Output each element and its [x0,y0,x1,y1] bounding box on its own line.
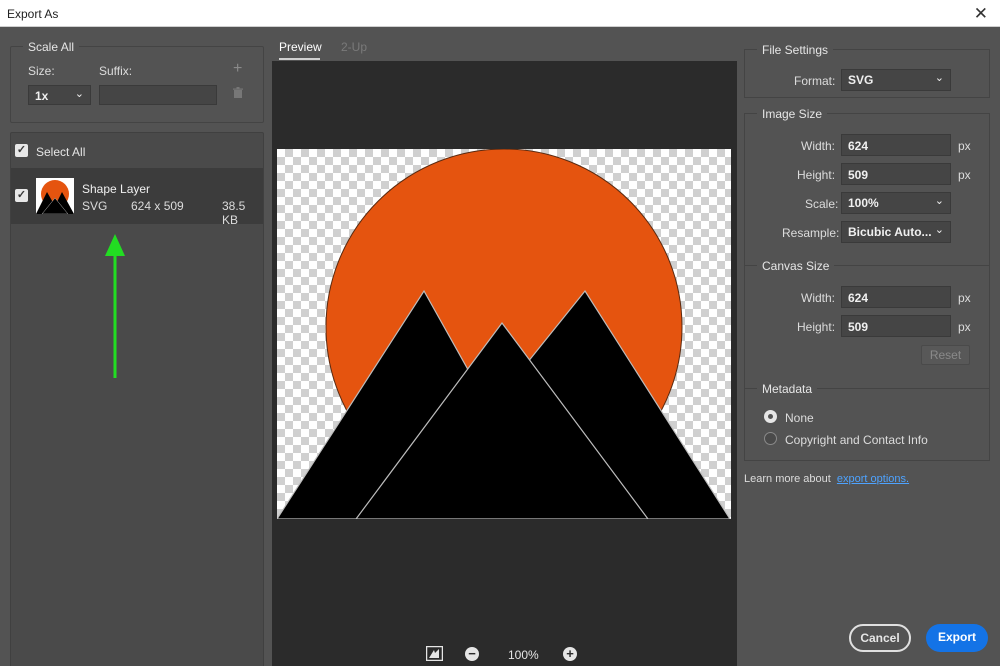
format-select-value: SVG [848,73,874,87]
image-size-panel: Image Size Width: 624 px Height: 509 px … [744,107,990,280]
fit-to-screen-icon[interactable] [425,645,444,664]
image-height-input[interactable]: 509 [841,163,951,185]
suffix-input[interactable] [99,85,217,105]
chevron-down-icon: ⌄ [934,195,944,207]
format-label: Format: [794,74,836,88]
export-dialog: Scale All Size: Suffix: + 1x ⌄ ✓ Select … [0,27,1000,666]
close-icon[interactable]: ✕ [974,4,988,24]
zoom-in-icon[interactable]: + [563,647,577,661]
preview-canvas [275,148,732,520]
canvas-size-panel: Canvas Size Width: 624 px Height: 509 px… [744,259,990,400]
chevron-down-icon: ⌄ [934,72,944,84]
learn-more-text: Learn more about [744,473,831,485]
canvas-height-input[interactable]: 509 [841,315,951,337]
tab-2up[interactable]: 2-Up [341,40,367,54]
select-all-label: Select All [36,145,86,159]
metadata-none-radio[interactable] [764,410,777,423]
metadata-panel: Metadata None Copyright and Contact Info [744,382,990,461]
layer-dimensions: 624 x 509 [131,199,184,213]
preview-area: − 100% + [272,61,737,666]
cancel-button[interactable]: Cancel [849,624,911,652]
format-select[interactable]: SVG ⌄ [841,69,951,91]
zoom-bar: − 100% + [422,645,592,666]
select-all-checkbox[interactable]: ✓ [15,144,28,157]
image-width-input[interactable]: 624 [841,134,951,156]
size-select-value: 1x [35,89,49,103]
resample-select[interactable]: Bicubic Auto... ⌄ [841,221,951,243]
export-options-link[interactable]: export options. [837,473,909,485]
scale-select[interactable]: 100% ⌄ [841,192,951,214]
file-settings-panel: File Settings Format: SVG ⌄ [744,43,990,98]
zoom-out-icon[interactable]: − [465,647,479,661]
file-settings-legend: File Settings [757,43,834,57]
export-button[interactable]: Export [926,624,988,652]
resample-label: Resample: [782,226,840,240]
active-tab-indicator [279,58,320,60]
image-size-legend: Image Size [757,107,828,121]
metadata-legend: Metadata [757,382,818,396]
scale-all-legend: Scale All [23,40,80,54]
chevron-down-icon: ⌄ [934,224,944,236]
layer-file-size: 38.5 KB [222,199,246,227]
metadata-copyright-label: Copyright and Contact Info [785,433,928,447]
annotation-arrow-icon [105,234,125,378]
size-label: Size: [28,64,55,78]
add-scale-icon[interactable]: + [233,60,242,78]
canvas-height-label: Height: [797,320,836,334]
image-width-unit: px [958,139,971,153]
zoom-level: 100% [508,648,539,662]
tab-preview[interactable]: Preview [279,40,322,54]
resample-select-value: Bicubic Auto... [848,225,932,239]
title-bar: Export As ✕ [0,0,1000,27]
preview-artwork [275,148,732,520]
scale-label: Scale: [805,197,839,211]
window-title: Export As [7,7,59,21]
canvas-width-label: Width: [801,291,836,305]
canvas-width-unit: px [958,291,971,305]
layer-name: Shape Layer [82,182,151,196]
image-height-label: Height: [797,168,836,182]
layer-checkbox[interactable]: ✓ [15,189,28,202]
size-select[interactable]: 1x ⌄ [28,85,91,105]
image-height-unit: px [958,168,971,182]
metadata-none-label: None [785,411,814,425]
reset-button[interactable]: Reset [921,345,970,365]
suffix-label: Suffix: [99,64,133,78]
canvas-height-unit: px [958,320,971,334]
layer-format: SVG [82,199,108,213]
layers-panel: ✓ Select All ✓ Shape Layer SVG 624 x 509… [10,132,264,666]
canvas-width-input[interactable]: 624 [841,286,951,308]
layer-row[interactable]: ✓ Shape Layer SVG 624 x 509 38.5 KB [11,168,263,227]
metadata-copyright-radio[interactable] [764,432,777,445]
chevron-down-icon: ⌄ [74,88,84,100]
image-width-label: Width: [801,139,836,153]
layer-thumbnail [36,178,74,214]
delete-scale-icon[interactable] [232,87,244,102]
canvas-size-legend: Canvas Size [757,259,835,273]
scale-select-value: 100% [848,196,879,210]
scale-all-panel: Scale All Size: Suffix: + 1x ⌄ [10,40,264,123]
learn-more-line: Learn more about export options. [744,473,909,485]
